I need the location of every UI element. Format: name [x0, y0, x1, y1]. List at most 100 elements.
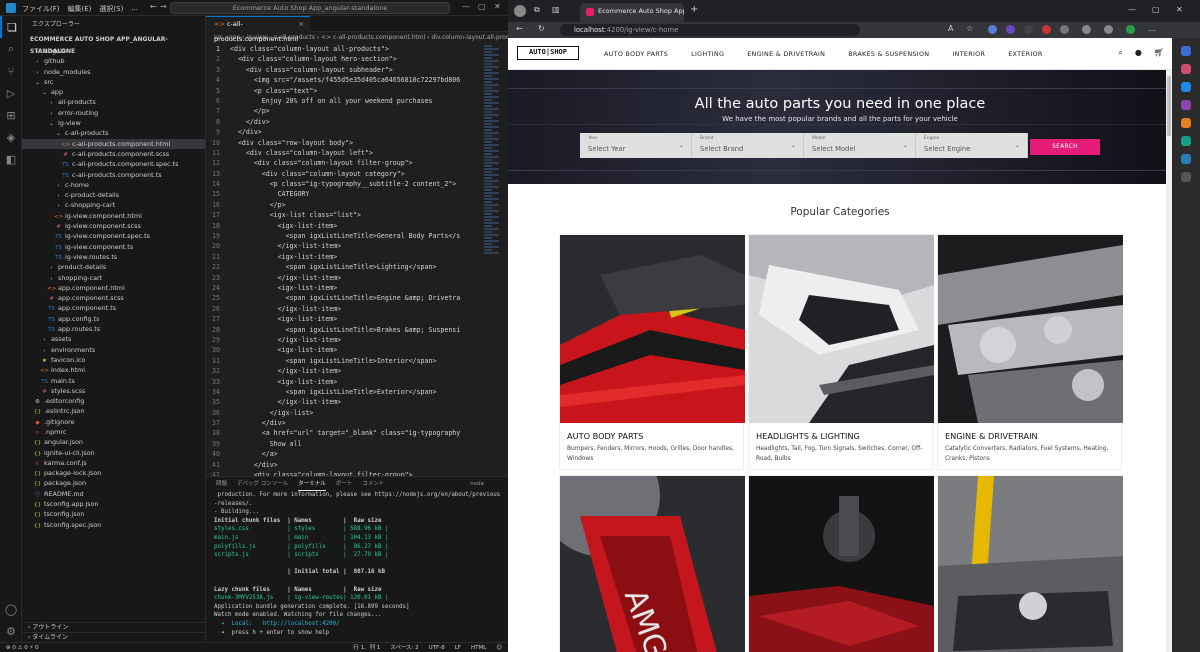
code-line[interactable]: 20 </igx-list-item> — [206, 241, 508, 251]
search-icon[interactable]: ⌕ — [1118, 48, 1122, 58]
tree-item[interactable]: {} package-lock.json — [22, 468, 205, 478]
tab-terminal[interactable]: ターミナル — [298, 477, 326, 491]
menu-file[interactable]: ファイル(F) — [22, 4, 60, 14]
code-line[interactable]: 37 </div> — [206, 418, 508, 428]
extension-icon[interactable] — [1042, 25, 1051, 34]
code-line[interactable]: 9 </div> — [206, 127, 508, 137]
nav-brakes-suspension[interactable]: BRAKES & SUSPENSION — [848, 38, 929, 70]
code-line[interactable]: 6 Enjoy 20% off on all your weekend purc… — [206, 96, 508, 106]
minimap[interactable] — [482, 44, 508, 476]
browser-back-icon[interactable]: ← — [516, 24, 523, 33]
code-line[interactable]: 4 <img src="/assets/f455d5e35d405ca64656… — [206, 75, 508, 85]
tree-item[interactable]: {} .eslintrc.json — [22, 406, 205, 416]
extension-icon[interactable] — [1006, 25, 1015, 34]
category-card-auto-body[interactable]: AUTO BODY PARTS Bumpers, Fenders, Mirror… — [559, 234, 745, 470]
brand-select[interactable]: Brand Select Brand ⌄ — [692, 133, 804, 158]
tree-item[interactable]: {} tsconfig.json — [22, 509, 205, 519]
code-line[interactable]: 7 </p> — [206, 106, 508, 116]
sidebar-shopping-icon[interactable] — [1181, 64, 1191, 74]
back-arrow-icon[interactable]: ← — [150, 2, 157, 11]
code-line[interactable]: 17 <igx-list class="list"> — [206, 210, 508, 220]
code-line[interactable]: 28 <span igxListLineTitle>Brakes &amp; S… — [206, 325, 508, 335]
category-card-exterior[interactable] — [937, 475, 1123, 652]
engine-select[interactable]: Engine Select Engine ⌄ — [916, 133, 1028, 158]
workspaces-icon[interactable]: ⧉ — [534, 5, 540, 15]
search-icon[interactable]: ⌕ — [0, 38, 22, 60]
status-item[interactable]: スペース: 2 — [390, 643, 418, 652]
search-button[interactable]: SEARCH — [1030, 139, 1100, 155]
status-item[interactable]: LF — [455, 643, 461, 652]
tree-item[interactable]: › all-products — [22, 97, 205, 107]
extension-icon[interactable] — [1126, 25, 1135, 34]
year-select[interactable]: Year Select Year ⌄ — [580, 133, 692, 158]
tree-item[interactable]: <> ig-view.component.html — [22, 211, 205, 221]
account-icon[interactable]: ◯ — [0, 598, 22, 620]
tree-item[interactable]: › angular — [22, 46, 205, 56]
sidebar-tools-icon[interactable] — [1181, 82, 1191, 92]
code-area[interactable]: 1 <div class="column-layout all-products"… — [206, 44, 508, 479]
tree-item[interactable]: n .npmrc — [22, 427, 205, 437]
code-line[interactable]: 8 </div> — [206, 117, 508, 127]
outline-section[interactable]: › アウトライン — [22, 622, 206, 632]
tree-item[interactable]: › product-details — [22, 262, 205, 272]
tree-item[interactable]: {} package.json — [22, 478, 205, 488]
tab-close-icon[interactable]: × — [299, 17, 304, 32]
code-line[interactable]: 5 <p class="text"> — [206, 86, 508, 96]
tree-item[interactable]: <> index.html — [22, 365, 205, 375]
downloads-icon[interactable] — [1104, 25, 1113, 34]
scrollbar-thumb[interactable] — [1167, 76, 1171, 136]
browser-maximize-icon[interactable]: ▢ — [1152, 5, 1160, 14]
timeline-section[interactable]: › タイムライン — [22, 632, 206, 642]
ignite-ui-icon[interactable]: ◈ — [0, 126, 22, 148]
code-line[interactable]: 3 <div class="column-layout subheader"> — [206, 65, 508, 75]
extensions-icon[interactable]: ⊞ — [0, 104, 22, 126]
code-line[interactable]: 13 <div class="column-layout category"> — [206, 169, 508, 179]
tree-item[interactable]: TS app.routes.ts — [22, 324, 205, 334]
terminal-output[interactable]: production. For more information, please… — [206, 491, 508, 637]
tree-item[interactable]: › c-shopping-cart — [22, 200, 205, 210]
code-line[interactable]: 36 </igx-list> — [206, 408, 508, 418]
code-line[interactable]: 41 </div> — [206, 460, 508, 470]
tree-item[interactable]: # c-all-products.component.scss — [22, 149, 205, 159]
code-line[interactable]: 16 </p> — [206, 200, 508, 210]
tree-item[interactable]: ★ favicon.ico — [22, 355, 205, 365]
code-line[interactable]: 34 <span igxListLineTitle>Exterior</span… — [206, 387, 508, 397]
nav-lighting[interactable]: LIGHTING — [691, 38, 724, 70]
forward-arrow-icon[interactable]: → — [160, 2, 167, 11]
tab-ports[interactable]: ポート — [336, 477, 353, 491]
settings-more-icon[interactable]: … — [1148, 24, 1156, 33]
tree-item[interactable]: Kkarma.conf.js — [22, 458, 205, 468]
nav-engine-drivetrain[interactable]: ENGINE & DRIVETRAIN — [747, 38, 825, 70]
tree-item[interactable]: ⌄ src — [22, 77, 205, 87]
project-root[interactable]: ECOMMERCE AUTO SHOP APP_ANGULAR-STANDALO… — [22, 34, 205, 55]
tab-debug-console[interactable]: デバッグ コンソール — [237, 477, 288, 491]
code-line[interactable]: 22 <span igxListLineTitle>Lighting</span… — [206, 262, 508, 272]
tree-item[interactable]: › c-home — [22, 180, 205, 190]
sidebar-drop-icon[interactable] — [1181, 154, 1191, 164]
tree-item[interactable]: TS app.config.ts — [22, 314, 205, 324]
tree-item[interactable]: ⓘ README.md — [22, 489, 205, 499]
tree-item[interactable]: TS ig-view.component.spec.ts — [22, 231, 205, 241]
code-line[interactable]: 32 </igx-list-item> — [206, 366, 508, 376]
category-card-engine[interactable]: ENGINE & DRIVETRAIN Catalytic Converters… — [937, 234, 1123, 470]
explorer-icon[interactable]: ❏ — [0, 16, 22, 38]
code-line[interactable]: 31 <span igxListLineTitle>Interior</span… — [206, 356, 508, 366]
tree-item[interactable]: › c-product-details — [22, 190, 205, 200]
new-tab-icon[interactable]: + — [690, 4, 698, 15]
site-logo[interactable]: AUTO|SHOP — [517, 46, 579, 60]
category-card-lighting[interactable]: HEADLIGHTS & LIGHTING Headlights, Tail, … — [748, 234, 934, 470]
status-item[interactable]: 行 1、列 1 — [353, 643, 380, 652]
account-icon[interactable]: ● — [1135, 48, 1142, 58]
code-line[interactable]: 30 <igx-list-item> — [206, 345, 508, 355]
favorite-star-icon[interactable]: ☆ — [966, 24, 973, 33]
read-aloud-icon[interactable]: A — [948, 24, 953, 33]
tree-item[interactable]: ◆ .gitignore — [22, 417, 205, 427]
address-bar[interactable]: localhost:4200/ig-view/c-home — [560, 24, 860, 36]
nav-auto-body-parts[interactable]: AUTO BODY PARTS — [604, 38, 668, 70]
sidebar-office-icon[interactable] — [1181, 118, 1191, 128]
command-center[interactable]: Ecommerce Auto Shop App_angular-standalo… — [170, 2, 450, 14]
minimize-icon[interactable]: — — [462, 2, 470, 11]
vertical-tabs-icon[interactable]: ▥ — [552, 5, 560, 14]
collections-icon[interactable] — [1082, 25, 1091, 34]
code-line[interactable]: 38 <a href="url" target="_blank" class="… — [206, 428, 508, 438]
